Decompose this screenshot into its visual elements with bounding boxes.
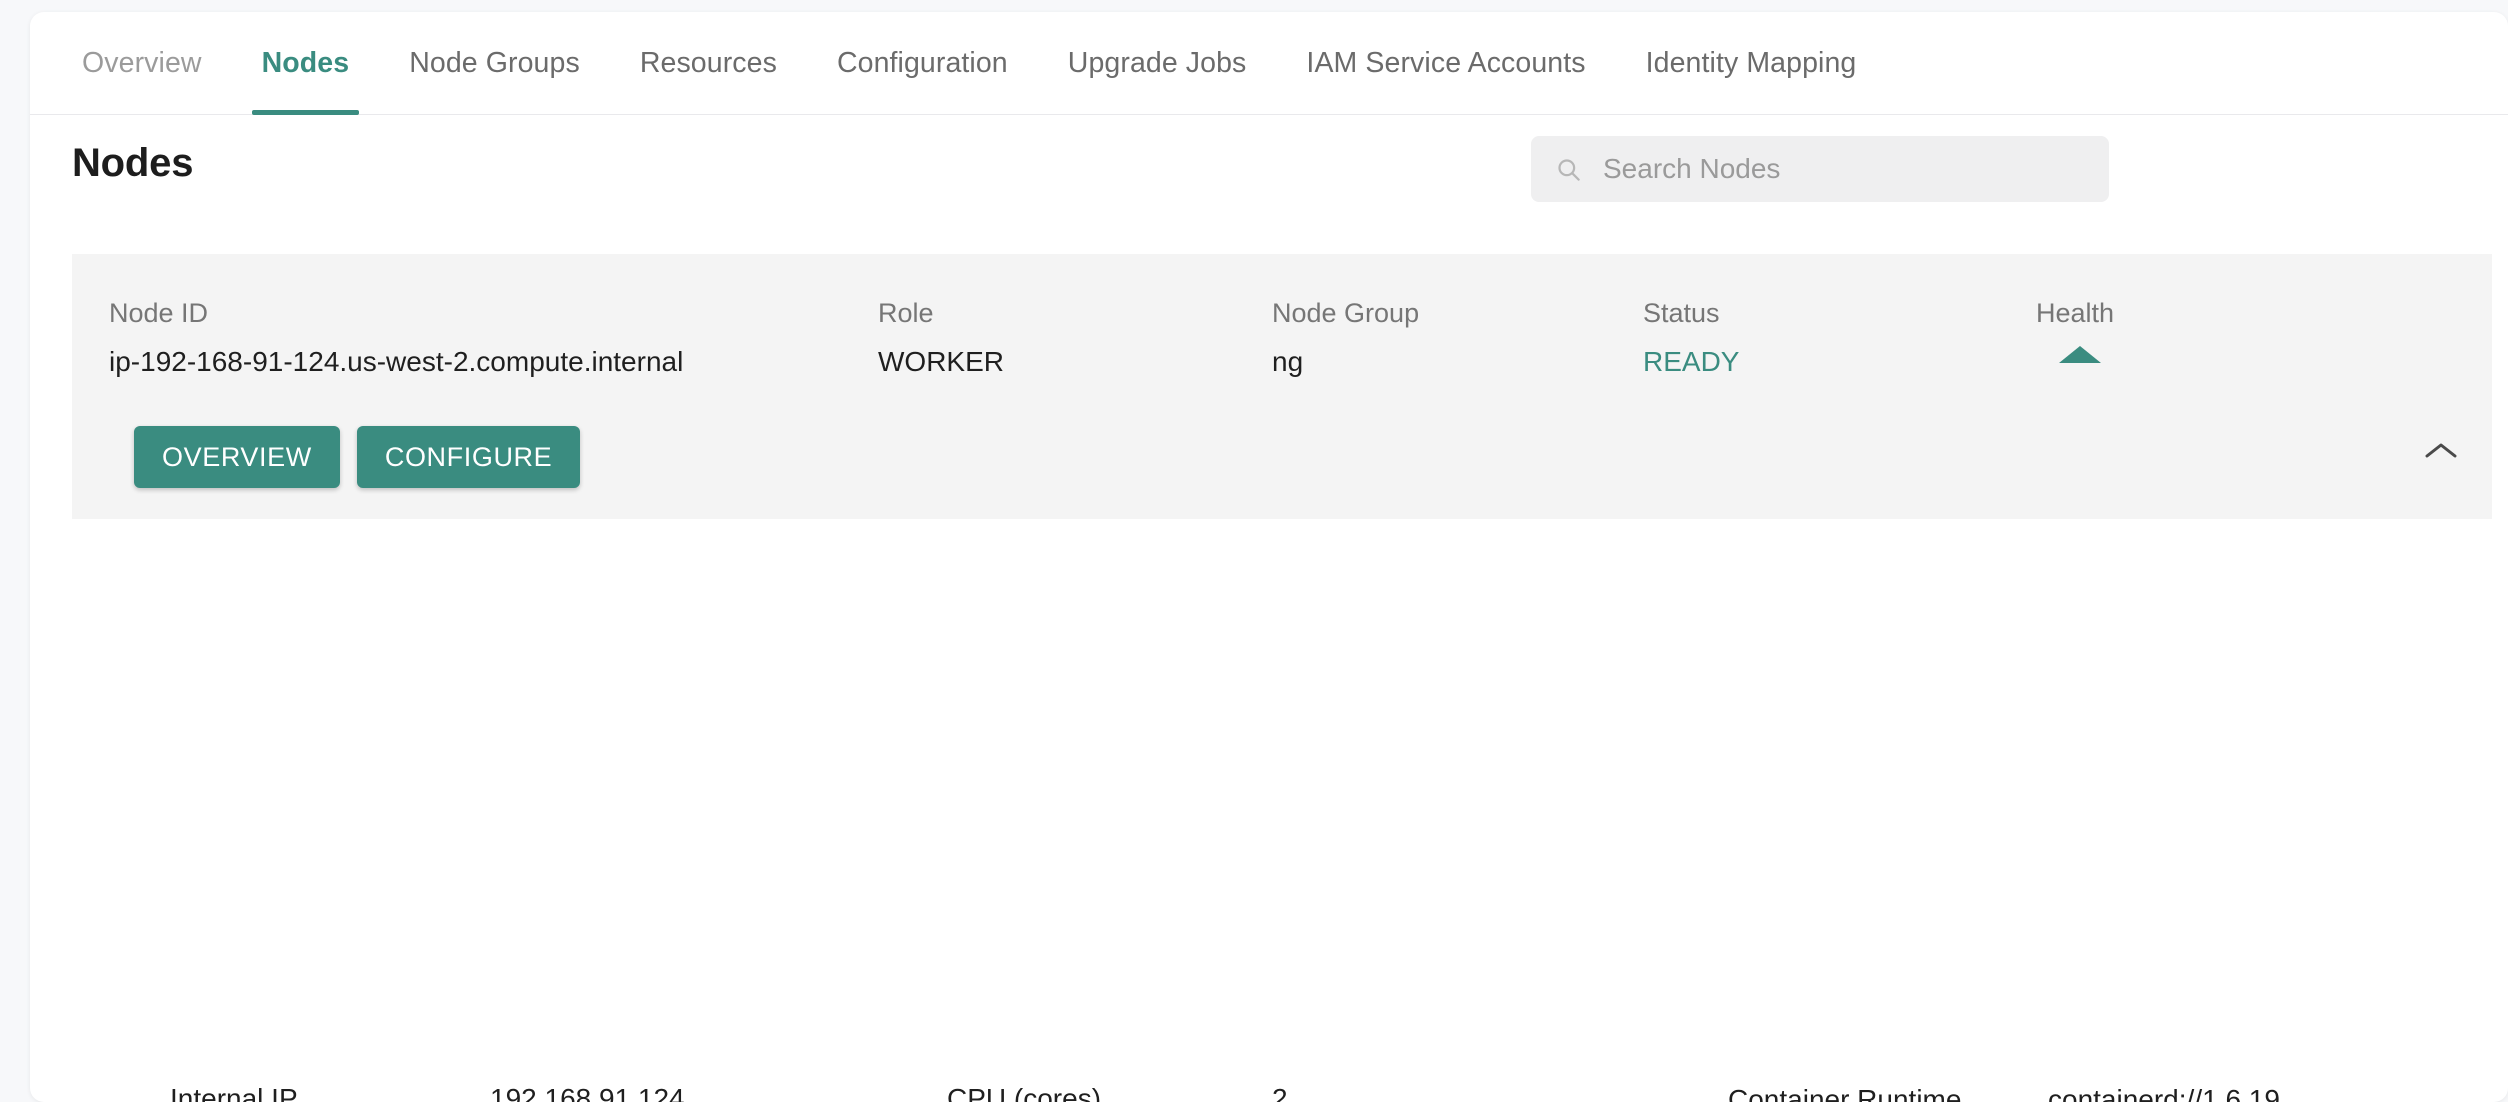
tab-nodes[interactable]: Nodes <box>232 12 380 115</box>
node-card-body: Internal IP 192.168.91.124 Ingress IP NA… <box>72 519 2492 1102</box>
node-group-label: Node Group <box>1272 298 1420 328</box>
node-version-details: Container Runtime Version containerd://1… <box>1728 1081 2468 1102</box>
tab-node-groups[interactable]: Node Groups <box>379 12 610 115</box>
status-label: Status <box>1643 298 1720 328</box>
node-card-header[interactable]: Node ID ip-192-168-91-124.us-west-2.comp… <box>72 254 2492 519</box>
node-id-label: Node ID <box>109 298 209 328</box>
status-column: Status READY <box>1643 298 1739 378</box>
tab-upgrade-jobs-label: Upgrade Jobs <box>1067 47 1247 79</box>
tab-configuration-label: Configuration <box>836 47 1008 79</box>
detail-row: Container Runtime Version containerd://1… <box>1728 1081 2468 1102</box>
tab-iam-service-accounts-label: IAM Service Accounts <box>1306 47 1586 79</box>
tab-overview[interactable]: Overview <box>52 12 232 115</box>
health-column: Health <box>2036 298 2114 363</box>
tab-overview-label: Overview <box>82 47 202 79</box>
chevron-up-icon <box>2425 443 2457 458</box>
page-header: Nodes <box>30 115 2508 233</box>
cluster-detail-card: Overview Nodes Node Groups Resources Con… <box>30 12 2508 1102</box>
role-value: WORKER <box>878 346 1004 377</box>
tab-iam-service-accounts[interactable]: IAM Service Accounts <box>1276 12 1615 115</box>
triangle-up-icon <box>2059 346 2101 363</box>
search-nodes-box[interactable] <box>1531 136 2109 202</box>
node-group-column: Node Group ng <box>1272 298 1419 378</box>
tab-identity-mapping-label: Identity Mapping <box>1645 47 1857 79</box>
tab-nodes-label: Nodes <box>261 47 350 79</box>
internal-ip-value: 192.168.91.124 <box>490 1083 685 1102</box>
role-column: Role WORKER <box>878 298 1004 378</box>
detail-row: Internal IP 192.168.91.124 <box>170 1081 685 1102</box>
overview-button[interactable]: OVERVIEW <box>134 426 340 488</box>
node-action-buttons: OVERVIEW CONFIGURE <box>134 426 581 488</box>
status-badge: READY <box>1643 346 1740 377</box>
cpu-cores-value: 2 <box>1272 1083 1288 1102</box>
tab-upgrade-jobs[interactable]: Upgrade Jobs <box>1038 12 1277 115</box>
tab-identity-mapping[interactable]: Identity Mapping <box>1616 12 1887 115</box>
cluster-tabbar: Overview Nodes Node Groups Resources Con… <box>30 12 2508 115</box>
cpu-cores-key: CPU (cores) <box>947 1083 1102 1102</box>
configure-button[interactable]: CONFIGURE <box>356 426 581 488</box>
tab-node-groups-label: Node Groups <box>409 47 580 79</box>
container-runtime-version-value: containerd://1.6.19 <box>2048 1084 2280 1102</box>
node-group-value: ng <box>1272 346 1304 377</box>
tab-configuration[interactable]: Configuration <box>807 12 1038 115</box>
container-runtime-version-key: Container Runtime Version <box>1728 1084 1962 1102</box>
tab-resources-label: Resources <box>639 47 777 79</box>
node-id-column: Node ID ip-192-168-91-124.us-west-2.comp… <box>109 298 683 378</box>
tab-resources[interactable]: Resources <box>610 12 807 115</box>
detail-row: CPU (cores) 2 <box>947 1081 1288 1102</box>
page-title: Nodes <box>72 141 194 185</box>
internal-ip-key: Internal IP <box>170 1083 298 1102</box>
node-card: Node ID ip-192-168-91-124.us-west-2.comp… <box>72 254 2492 1102</box>
role-label: Role <box>878 298 934 328</box>
collapse-node-card-button[interactable] <box>2416 426 2466 476</box>
search-icon <box>1558 158 1580 181</box>
health-label: Health <box>2036 298 2115 328</box>
node-id-value: ip-192-168-91-124.us-west-2.compute.inte… <box>109 346 684 377</box>
search-input[interactable] <box>1603 153 2063 185</box>
